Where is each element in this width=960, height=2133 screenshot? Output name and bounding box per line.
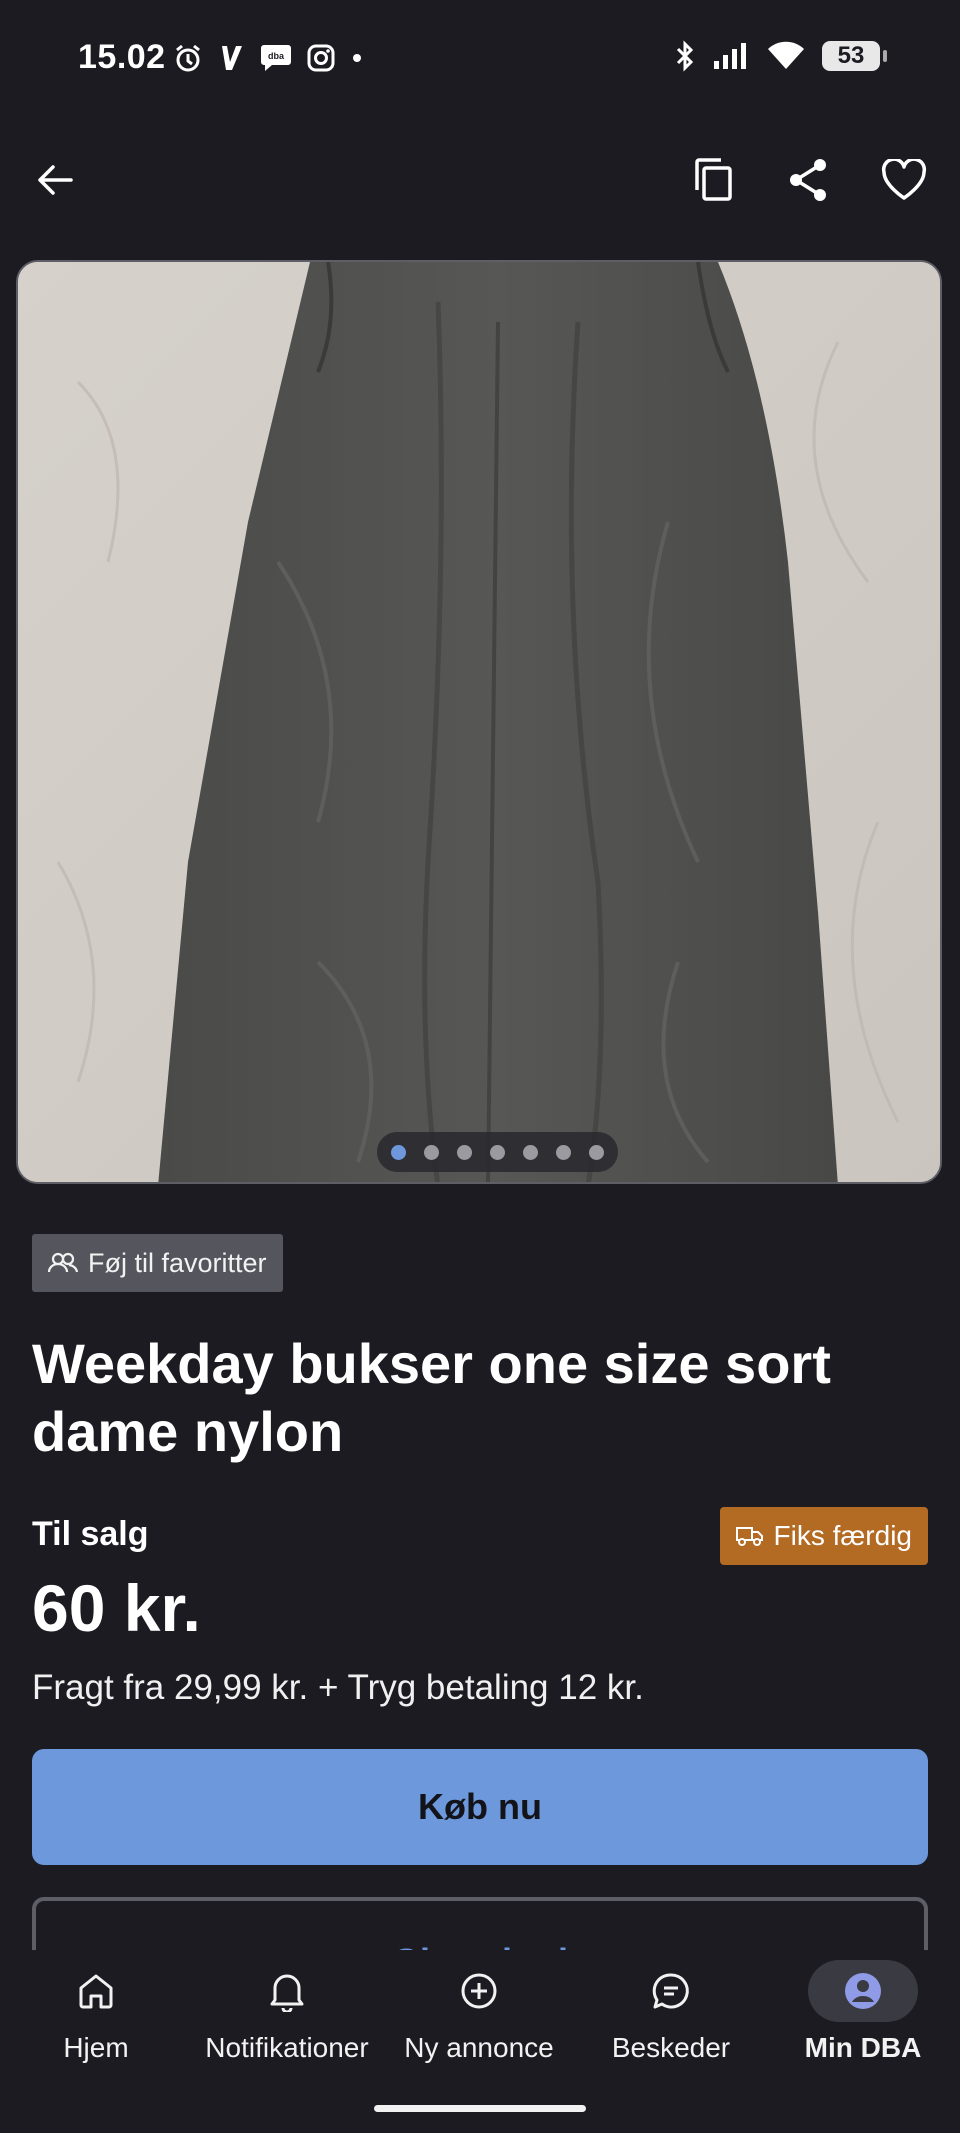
home-indicator (374, 2105, 586, 2112)
listing-price: 60 kr. (32, 1571, 201, 1645)
share-icon (790, 159, 826, 201)
nav-item-home[interactable]: Hjem (0, 1960, 192, 2064)
listing-page: 15.02 dba 53 Føj til favoritter Weekday … (0, 0, 960, 2133)
home-icon (79, 1974, 113, 2009)
heart-icon (881, 159, 927, 200)
chat-icon (652, 1973, 689, 2009)
arrow-left-icon (38, 165, 73, 195)
share-button[interactable] (778, 150, 838, 210)
nav-label: Notifikationer (205, 2032, 369, 2063)
buy-now-button[interactable]: Køb nu (32, 1749, 928, 1865)
copy-icon (695, 158, 732, 201)
battery-indicator: 53 (822, 41, 887, 71)
listing-status: Til salg (32, 1515, 149, 1553)
pagination-dot[interactable] (424, 1144, 439, 1160)
status-time: 15.02 (78, 38, 166, 76)
pagination-dot[interactable] (589, 1144, 604, 1160)
alarm-icon (172, 42, 204, 74)
bottom-navigation: Hjem Notifikationer Ny annonce Beskeder … (0, 1950, 960, 2133)
instagram-icon (306, 43, 336, 73)
nav-label: Min DBA (804, 2032, 922, 2063)
dot-icon (350, 51, 364, 65)
shipping-info: Fragt fra 29,99 kr. + Tryg betaling 12 k… (32, 1668, 644, 1707)
bell-icon (270, 1974, 304, 2012)
truck-icon (735, 1527, 763, 1546)
fiks-faerdig-badge[interactable]: Fiks færdig (719, 1507, 928, 1565)
pagination-dot[interactable] (556, 1144, 571, 1160)
nav-label: Beskeder (611, 2032, 731, 2063)
pagination-dot[interactable] (457, 1144, 472, 1160)
profile-icon (845, 1973, 881, 2009)
gallery-pagination[interactable] (377, 1132, 618, 1172)
svg-text:dba: dba (268, 51, 285, 61)
wifi-icon (766, 41, 806, 71)
nav-item-notifications[interactable]: Notifikationer (191, 1960, 383, 2064)
nav-item-messages[interactable]: Beskeder (575, 1960, 767, 2064)
back-button[interactable] (25, 150, 85, 210)
status-bar: 15.02 dba 53 (0, 0, 960, 120)
pagination-dot[interactable] (523, 1144, 538, 1160)
signal-icon (712, 41, 750, 71)
add-to-favorites-chip[interactable]: Føj til favoritter (32, 1234, 283, 1292)
plus-circle-icon (461, 1973, 497, 2009)
fiks-faerdig-label: Fiks færdig (773, 1520, 912, 1551)
people-icon (48, 1252, 78, 1273)
nav-item-new-listing[interactable]: Ny annonce (383, 1960, 575, 2064)
nav-label: Hjem (63, 2032, 129, 2063)
add-to-favorites-label: Føj til favoritter (88, 1247, 267, 1278)
favorite-button[interactable] (874, 150, 934, 210)
top-app-bar (0, 130, 960, 230)
status-icons-right: 53 (674, 40, 887, 72)
image-gallery[interactable] (16, 260, 942, 1184)
nav-label: Ny annonce (404, 2032, 554, 2063)
pagination-dot[interactable] (490, 1144, 505, 1160)
status-icons-left: dba (172, 42, 364, 74)
listing-title: Weekday bukser one size sort dame nylon (32, 1332, 831, 1463)
bluetooth-icon (674, 40, 696, 72)
copy-button[interactable] (684, 150, 744, 210)
v-app-icon (218, 42, 246, 74)
pagination-dot[interactable] (391, 1144, 406, 1160)
nav-item-my-dba[interactable]: Min DBA (767, 1960, 959, 2064)
dba-chat-icon: dba (260, 43, 292, 73)
listing-photo (18, 262, 940, 1182)
